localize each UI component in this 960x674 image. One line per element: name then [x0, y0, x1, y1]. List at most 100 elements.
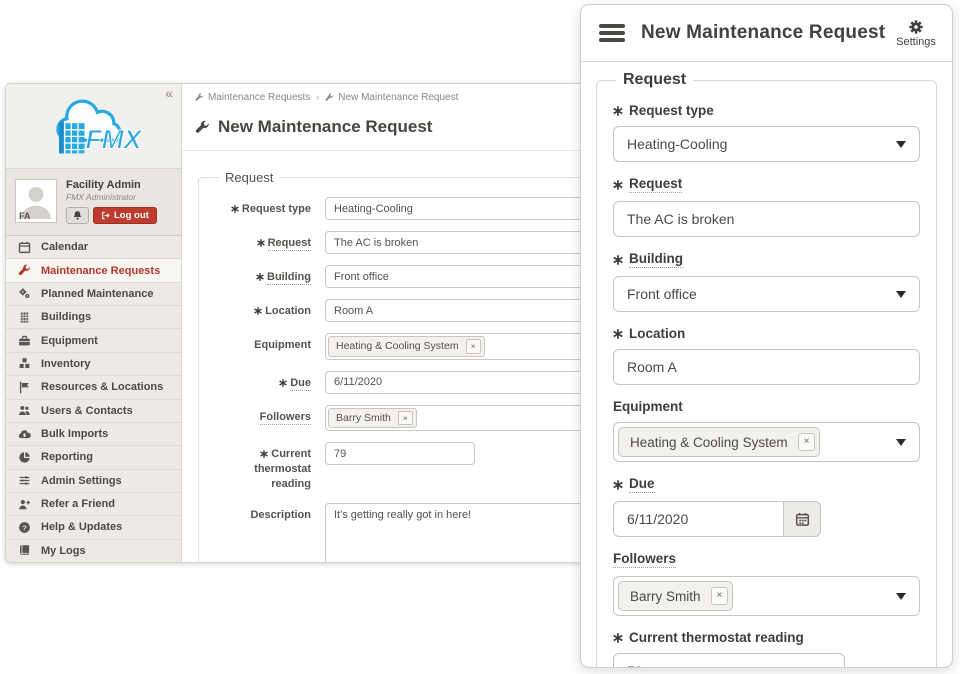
settings-label: Settings — [896, 36, 936, 48]
mobile-header: New Maintenance Request Settings — [581, 5, 952, 62]
logout-label: Log out — [114, 210, 149, 221]
sidebar-item-buildings[interactable]: Buildings — [6, 306, 181, 329]
notifications-button[interactable] — [66, 207, 89, 224]
mobile-field-due: Due — [613, 476, 920, 537]
equipment-tag: Heating & Cooling System × — [328, 336, 485, 357]
required-icon — [613, 329, 623, 339]
mobile-field-followers: Followers Barry Smith × — [613, 551, 920, 616]
sidebar-item-users-contacts[interactable]: Users & Contacts — [6, 400, 181, 423]
fieldset-legend: Request — [616, 71, 693, 89]
request-input[interactable] — [613, 201, 920, 237]
sidebar-item-label: Bulk Imports — [41, 428, 108, 440]
location-input[interactable] — [613, 349, 920, 385]
field-label: Equipment — [613, 399, 683, 414]
sidebar-item-refer-a-friend[interactable]: Refer a Friend — [6, 493, 181, 516]
sidebar-item-reporting[interactable]: Reporting — [6, 446, 181, 469]
sidebar-item-maintenance-requests[interactable]: Maintenance Requests — [6, 259, 181, 282]
mobile-field-thermostat: Current thermostat reading — [613, 630, 920, 668]
cloud-upload-icon — [17, 428, 32, 441]
book-icon — [17, 544, 32, 557]
sidebar-item-admin-settings[interactable]: Admin Settings — [6, 470, 181, 493]
remove-tag-button[interactable]: × — [398, 411, 413, 426]
user-section: FA Facility Admin FMX Administrator — [6, 168, 181, 236]
avatar-initials: FA — [19, 211, 31, 221]
breadcrumb-separator: › — [316, 92, 319, 102]
field-label: Request type — [629, 103, 714, 118]
users-icon — [17, 404, 32, 417]
field-label: Location — [629, 326, 685, 341]
user-plus-icon — [17, 498, 32, 511]
required-icon — [260, 450, 268, 458]
sidebar-item-label: Planned Maintenance — [41, 288, 153, 300]
equipment-select[interactable]: Heating & Cooling System × — [613, 422, 920, 462]
field-label: Description — [250, 509, 311, 521]
sidebar-item-help-updates[interactable]: ? Help & Updates — [6, 516, 181, 539]
chevron-down-icon — [896, 141, 906, 148]
thermostat-input[interactable] — [613, 653, 845, 668]
sidebar-collapse-button[interactable]: « — [165, 85, 173, 102]
pie-chart-icon — [17, 451, 32, 464]
due-input[interactable] — [613, 501, 783, 537]
sidebar-item-equipment[interactable]: Equipment — [6, 329, 181, 352]
required-icon — [613, 180, 623, 190]
remove-tag-button[interactable]: × — [466, 339, 481, 354]
field-label: Current thermostat reading — [629, 630, 804, 645]
sliders-icon — [17, 474, 32, 487]
fieldset-legend: Request — [219, 170, 279, 185]
breadcrumb-maintenance-requests[interactable]: Maintenance Requests — [195, 92, 310, 103]
field-label: Building — [267, 271, 311, 285]
mobile-request-fieldset: Request Request type Heating-Cooling Req… — [596, 71, 937, 668]
page-title: New Maintenance Request — [218, 117, 432, 137]
logout-button[interactable]: Log out — [93, 207, 157, 224]
required-icon — [257, 239, 265, 247]
request-type-select[interactable]: Heating-Cooling — [613, 126, 920, 162]
menu-button[interactable] — [599, 24, 625, 42]
sidebar-item-label: Equipment — [41, 335, 98, 347]
required-icon — [613, 106, 623, 116]
required-icon — [613, 480, 623, 490]
logo-building-icon — [59, 119, 85, 153]
required-icon — [254, 307, 262, 315]
sidebar-item-bulk-imports[interactable]: Bulk Imports — [6, 423, 181, 446]
sidebar-item-label: Inventory — [41, 358, 91, 370]
wrench-icon — [325, 93, 334, 102]
field-label: Building — [629, 251, 683, 268]
sidebar-item-inventory[interactable]: Inventory — [6, 353, 181, 376]
chevron-down-icon — [896, 593, 906, 600]
sidebar-item-label: My Logs — [41, 545, 86, 557]
field-label: Request — [629, 176, 682, 193]
thermostat-input[interactable] — [325, 442, 475, 465]
mobile-field-request: Request — [613, 176, 920, 237]
mobile-field-building: Building Front office — [613, 251, 920, 312]
wrench-icon — [195, 93, 204, 102]
avatar: FA — [15, 179, 57, 223]
required-icon — [613, 255, 623, 265]
field-label: Due — [629, 476, 655, 493]
building-select[interactable]: Front office — [613, 276, 920, 312]
user-role: FMX Administrator — [66, 192, 157, 202]
sidebar-item-label: Resources & Locations — [41, 381, 163, 393]
sidebar-item-label: Refer a Friend — [41, 498, 115, 510]
date-picker-button[interactable] — [783, 501, 821, 537]
chevron-down-icon — [896, 291, 906, 298]
settings-button[interactable]: Settings — [892, 19, 940, 48]
breadcrumb-new-maintenance-request[interactable]: New Maintenance Request — [325, 92, 458, 103]
hamburger-icon — [599, 24, 625, 28]
bell-icon — [72, 210, 83, 221]
building-icon — [17, 311, 32, 324]
sidebar-item-calendar[interactable]: Calendar — [6, 236, 181, 259]
boxes-icon — [17, 357, 32, 370]
field-label: Request — [268, 237, 311, 251]
sidebar-item-my-logs[interactable]: My Logs — [6, 540, 181, 562]
svg-text:?: ? — [22, 523, 27, 532]
wrench-icon — [17, 264, 32, 277]
user-name: Facility Admin — [66, 179, 157, 191]
mobile-content: Request Request type Heating-Cooling Req… — [581, 62, 952, 667]
followers-select[interactable]: Barry Smith × — [613, 576, 920, 616]
sidebar-item-planned-maintenance[interactable]: Planned Maintenance — [6, 283, 181, 306]
sidebar-item-label: Users & Contacts — [41, 405, 133, 417]
required-icon — [279, 379, 287, 387]
remove-tag-button[interactable]: × — [798, 433, 816, 451]
sidebar-item-resources-locations[interactable]: Resources & Locations — [6, 376, 181, 399]
remove-tag-button[interactable]: × — [711, 587, 729, 605]
